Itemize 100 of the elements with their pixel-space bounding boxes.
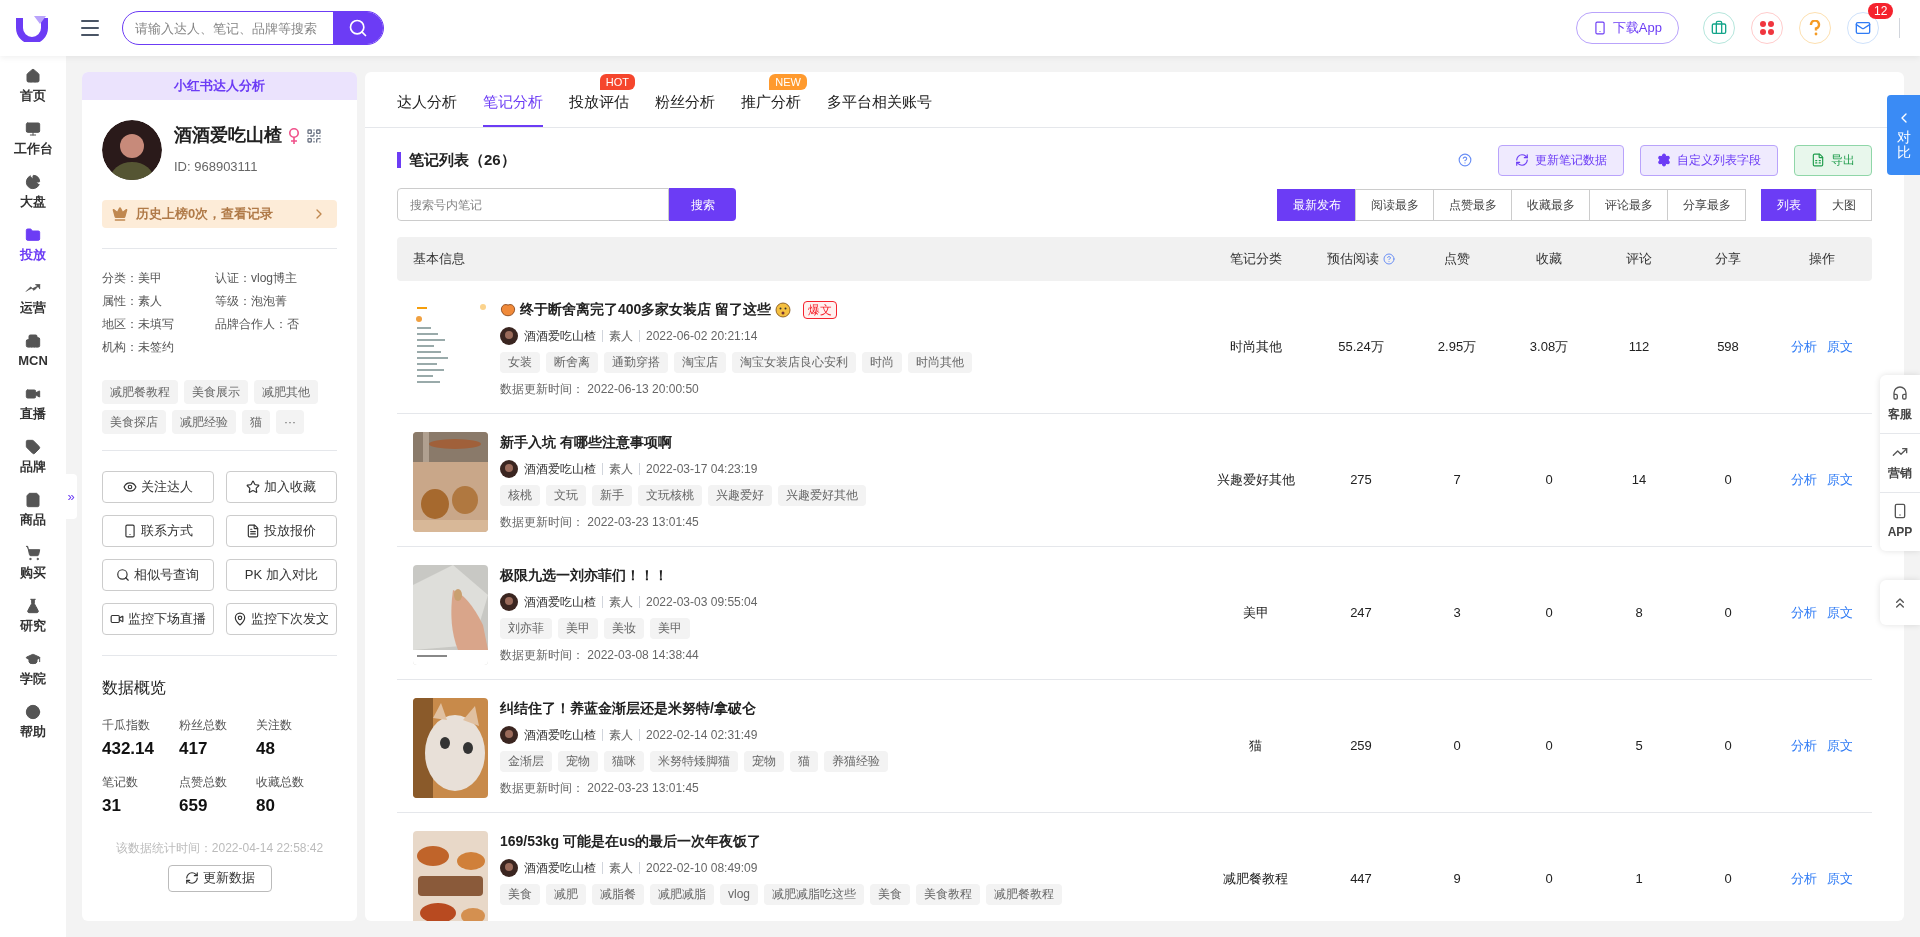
profile-action-button[interactable]: PK 加入对比	[225, 558, 337, 591]
profile-attribute: 地区：未填写	[102, 315, 175, 333]
tab[interactable]: 多平台相关账号	[827, 90, 932, 127]
profile-action-button[interactable]: 联系方式	[102, 514, 214, 547]
table-cell-text: 112	[1627, 338, 1651, 357]
author-type: 素人	[603, 729, 640, 741]
note-title[interactable]: 终于断舍离完了400多家女装店 留了这些	[520, 299, 772, 320]
row-link[interactable]: 原文	[1827, 470, 1853, 490]
logo-icon[interactable]	[14, 14, 50, 42]
toolbar-button[interactable]: 更新笔记数据	[1498, 144, 1624, 176]
eye-icon	[122, 479, 137, 494]
view-option[interactable]: 大图	[1816, 188, 1872, 221]
nav-item[interactable]: 首页	[20, 68, 46, 106]
table-cell-text: 9	[1452, 870, 1462, 889]
profile-action-button[interactable]: 相似号查询	[102, 558, 214, 591]
note-title[interactable]: 169/53kg 可能是在us的最后一次年夜饭了	[500, 831, 762, 852]
row-link[interactable]: 原文	[1827, 736, 1853, 756]
profile-action-button[interactable]: 监控下次发文	[225, 602, 337, 635]
note-title[interactable]: 纠结住了！养蓝金渐层还是米努特/拿破仑	[500, 698, 756, 719]
category-tag: 减肥餐教程	[102, 379, 178, 404]
list-title: 笔记列表（26）	[409, 149, 516, 170]
side-tool-button[interactable]: 客服	[1880, 375, 1920, 433]
note-title[interactable]: 极限九选一刘亦菲们！！！	[500, 565, 668, 586]
profile-action-button[interactable]: 监控下场直播	[102, 602, 214, 635]
author-type: 素人	[603, 330, 640, 342]
phone-icon	[1892, 503, 1908, 519]
tab[interactable]: 粉丝分析	[655, 90, 715, 127]
settings-icon	[1657, 153, 1671, 167]
sort-option[interactable]: 阅读最多	[1355, 188, 1434, 221]
note-tag: 断舍离	[546, 352, 598, 373]
sort-option[interactable]: 收藏最多	[1511, 188, 1590, 221]
row-link[interactable]: 原文	[1827, 869, 1853, 889]
expand-toggle[interactable]: »	[65, 474, 77, 519]
column-header: 操作	[1809, 250, 1835, 269]
search-icon	[348, 18, 368, 38]
profile-attribute: 品牌合作人：否	[215, 315, 300, 333]
tab[interactable]: 笔记分析	[483, 90, 543, 127]
row-link[interactable]: 分析	[1791, 736, 1817, 756]
stat-label: 收藏总数	[256, 774, 305, 791]
note-tag: 美甲	[650, 618, 690, 639]
nav-item[interactable]: 直播	[20, 386, 46, 424]
category-tag: ···	[276, 409, 304, 434]
nav-item[interactable]: 品牌	[20, 439, 46, 477]
note-tag: 减肥减脂	[650, 884, 714, 905]
view-option[interactable]: 列表	[1761, 188, 1817, 221]
nav-item[interactable]: 帮助	[20, 704, 46, 742]
row-link[interactable]: 分析	[1791, 470, 1817, 490]
note-tag: 猫	[790, 751, 818, 772]
search-button[interactable]	[333, 12, 383, 44]
row-link[interactable]: 分析	[1791, 869, 1817, 889]
search-bar[interactable]: 请输入达人、笔记、品牌等搜索	[122, 11, 384, 45]
nav-item[interactable]: 学院	[20, 651, 46, 689]
note-tag: 米努特矮脚猫	[650, 751, 738, 772]
profile-action-button[interactable]: 关注达人	[102, 470, 214, 503]
nav-item[interactable]: 商品	[20, 492, 46, 530]
table-cell-text: 447	[1349, 870, 1373, 889]
note-title[interactable]: 新手入坑 有哪些注意事项啊	[500, 432, 672, 453]
nav-item[interactable]: 研究	[20, 598, 46, 636]
table-cell-text: 7	[1452, 471, 1462, 490]
tab[interactable]: 达人分析	[397, 90, 457, 127]
category-tag: 美食展示	[184, 379, 248, 404]
refresh-data-button[interactable]: 更新数据	[167, 864, 272, 892]
note-tag: 美甲	[558, 618, 598, 639]
note-tag: vlog	[720, 884, 758, 905]
sort-option[interactable]: 点赞最多	[1433, 188, 1512, 221]
nav-item[interactable]: 运营	[20, 280, 46, 318]
tab[interactable]: 投放评估	[569, 90, 629, 127]
author-avatar	[500, 593, 518, 611]
row-link[interactable]: 原文	[1827, 337, 1853, 357]
column-header: 预估阅读	[1327, 250, 1379, 269]
sort-option[interactable]: 分享最多	[1667, 188, 1746, 221]
search-field[interactable]: 请输入达人、笔记、品牌等搜索	[123, 12, 333, 44]
profile-attribute: 认证：vlog博主	[215, 269, 298, 287]
category-tag: 减肥其他	[254, 379, 318, 404]
nav-item[interactable]: 购买	[20, 545, 46, 583]
mail-icon[interactable]	[1855, 20, 1871, 36]
category-tag: 猫	[242, 409, 270, 434]
profile-action-button[interactable]: 加入收藏	[225, 470, 337, 503]
qr-code-icon[interactable]	[306, 127, 322, 144]
stat-time: 该数据统计时间：2022-04-14 22:58:42	[114, 839, 325, 857]
side-tool-button[interactable]: 营销	[1880, 433, 1920, 492]
profile-attribute: 等级：泡泡菁	[215, 292, 288, 310]
toolbar-button[interactable]: 自定义列表字段	[1640, 144, 1778, 176]
row-link[interactable]: 分析	[1791, 603, 1817, 623]
row-link[interactable]: 分析	[1791, 337, 1817, 357]
nav-item[interactable]: 工作台	[13, 121, 53, 159]
row-link[interactable]: 原文	[1827, 603, 1853, 623]
note-search-field[interactable]: 搜索号内笔记	[397, 188, 669, 221]
phone-icon	[1592, 21, 1607, 35]
sort-option[interactable]: 评论最多	[1589, 188, 1668, 221]
table-cell-text: 0	[1723, 471, 1733, 490]
profile-action-button[interactable]: 投放报价	[225, 514, 337, 547]
nav-item[interactable]: MCN	[18, 333, 48, 371]
table-cell-text: 0	[1723, 737, 1733, 756]
sort-option[interactable]: 最新发布	[1277, 188, 1356, 221]
search-button[interactable]: 搜索	[669, 188, 736, 221]
tab[interactable]: 推广分析	[741, 90, 801, 127]
side-tool-button[interactable]: APP	[1880, 492, 1920, 551]
nav-item[interactable]: 大盘	[20, 174, 46, 212]
nav-item[interactable]: 投放	[20, 227, 46, 265]
